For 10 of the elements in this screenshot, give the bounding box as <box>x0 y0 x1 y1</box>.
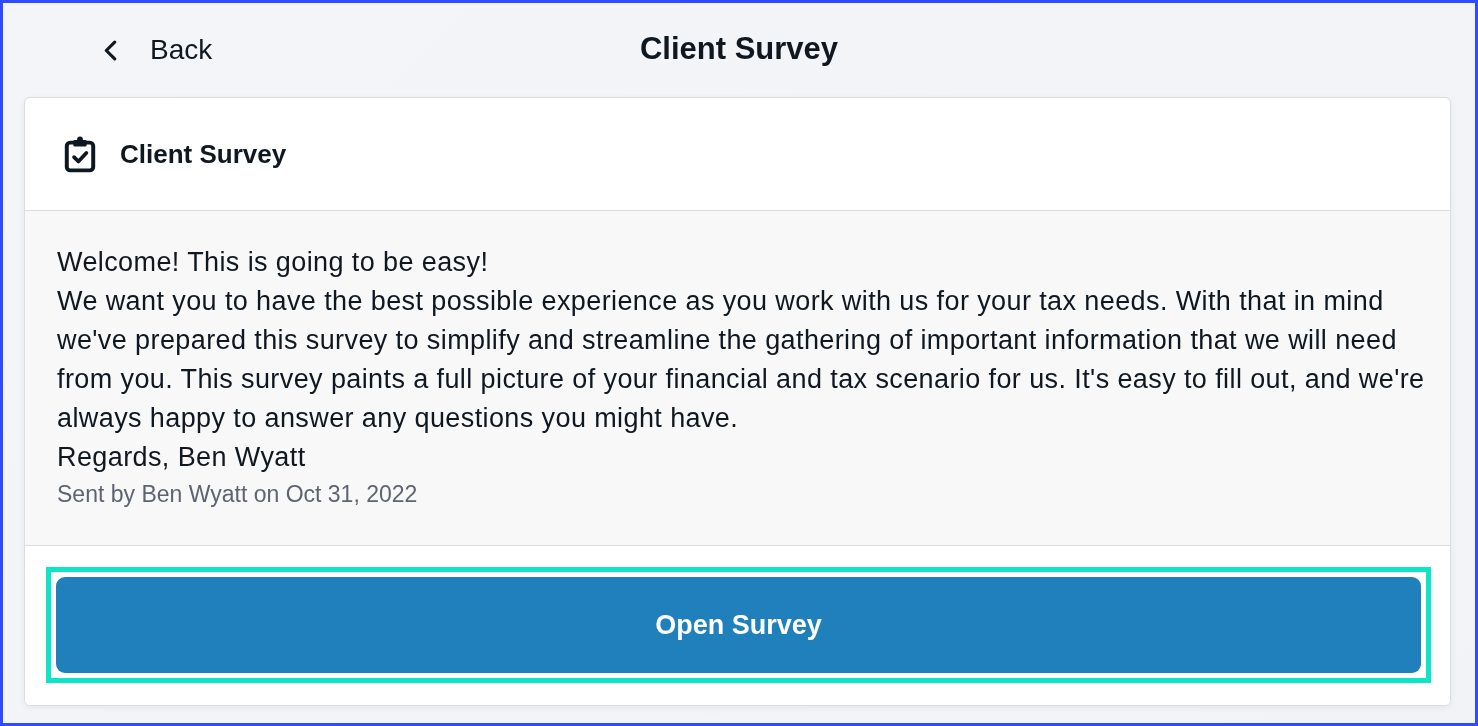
message-text: We want you to have the best possible experience as you work with us for your tax needs. With that in mind we've prepared this survey to simplify and streamline the gathering of important information that we will need from you. This survey paints a full picture of your financial and tax scenario for us. It's easy to fill out, and we're always happy to answer any questions you might have. <box>57 285 1426 435</box>
message-text: Regards, Ben Wyatt <box>57 441 307 474</box>
message-text: Welcome! This is going to be easy! <box>57 246 490 279</box>
open-survey-button[interactable]: Open Survey <box>56 577 1421 673</box>
page-title: Client Survey <box>639 31 839 67</box>
card-title: Client Survey <box>120 138 287 170</box>
chevron-left-icon <box>104 39 117 61</box>
sent-info-text: Sent by Ben Wyatt on Oct 31, 2022 <box>57 480 419 509</box>
clipboard-check-icon <box>64 135 96 173</box>
back-button[interactable]: Back <box>100 30 217 70</box>
